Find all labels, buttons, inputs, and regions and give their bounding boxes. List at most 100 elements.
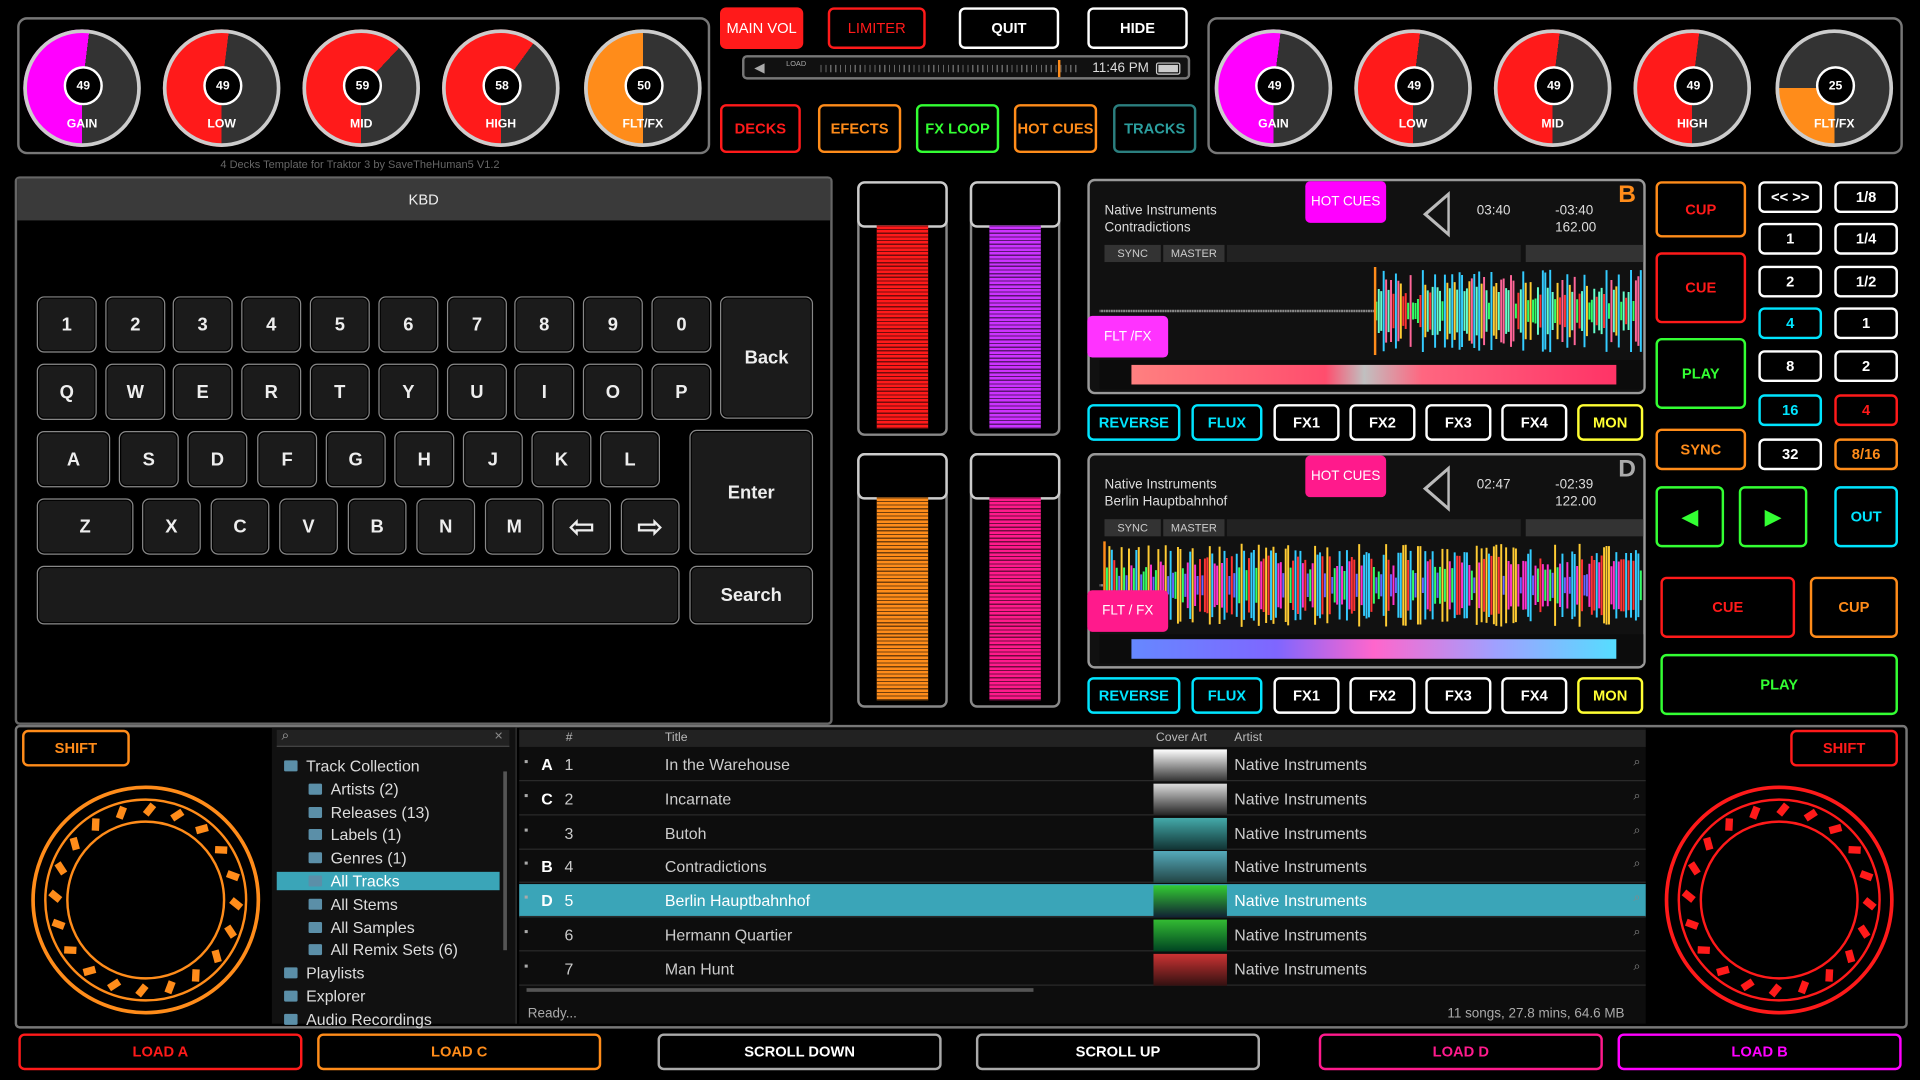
key-search[interactable]: Search (689, 565, 814, 625)
key-n[interactable]: N (416, 498, 476, 555)
tree-item[interactable]: Artists (2) (308, 780, 399, 798)
cue-button-top[interactable]: CUE (1655, 252, 1747, 324)
meter-deck-b-red[interactable] (857, 181, 948, 436)
key-w[interactable]: W (105, 363, 166, 421)
beatjump-2[interactable]: 2 (1834, 350, 1898, 383)
key-1[interactable]: 1 (36, 296, 97, 353)
right-knob-high[interactable]: 49 HIGH (1633, 29, 1752, 147)
table-row[interactable]: ▪ 3 Butoh Native Instruments ⌕ (519, 816, 1646, 850)
deck-b-mon-button[interactable]: MON (1577, 404, 1644, 441)
deck-b-overview[interactable] (1099, 360, 1644, 390)
key-z[interactable]: Z (36, 498, 134, 555)
load-d-button[interactable]: LOAD D (1318, 1033, 1603, 1071)
deck-d-fx1-button[interactable]: FX1 (1273, 677, 1340, 714)
deck-b-flux-button[interactable]: FLUX (1191, 404, 1263, 441)
table-row[interactable]: ▪ B 4 Contradictions Native Instruments ⌕ (519, 850, 1646, 884)
key-g[interactable]: G (325, 431, 386, 488)
deck-d-master[interactable]: MASTER (1163, 519, 1225, 537)
key-c[interactable]: C (210, 498, 270, 555)
main-vol-button[interactable]: MAIN VOL (720, 7, 804, 49)
deck-d-fx4-button[interactable]: FX4 (1501, 677, 1568, 714)
left-knob-mid[interactable]: 59 MID (302, 29, 421, 147)
hot-cues-button[interactable]: HOT CUES (1013, 104, 1098, 154)
key-p[interactable]: P (651, 363, 712, 421)
loop-size-32[interactable]: 32 (1758, 438, 1823, 471)
deck-b-fx4-button[interactable]: FX4 (1501, 404, 1568, 441)
key-enter[interactable]: Enter (689, 429, 814, 555)
load-c-button[interactable]: LOAD C (317, 1033, 602, 1071)
meter-deck-d-orange[interactable] (857, 453, 948, 708)
meter-deck-b-magenta[interactable] (969, 181, 1061, 436)
key-j[interactable]: J (462, 431, 523, 488)
left-knob-low[interactable]: 49 LOW (162, 29, 281, 147)
key-o[interactable]: O (582, 363, 643, 421)
tracks-button[interactable]: TRACKS (1113, 104, 1197, 154)
scroll-up-button[interactable]: SCROLL UP (975, 1033, 1261, 1071)
tree-item[interactable]: All Tracks (276, 871, 500, 891)
key-7[interactable]: 7 (446, 296, 507, 353)
table-row[interactable]: ▪ D 5 Berlin Hauptbahnhof Native Instruments… (519, 884, 1646, 918)
sync-button-top[interactable]: SYNC (1655, 428, 1747, 471)
beatjump-4[interactable]: 4 (1834, 394, 1898, 427)
left-knob-gain[interactable]: 49 GAIN (23, 29, 141, 147)
key-back[interactable]: Back (720, 296, 814, 419)
shift-button-left[interactable]: SHIFT (22, 729, 130, 767)
col-artist[interactable]: Artist (1234, 731, 1262, 744)
next-button[interactable]: ▶ (1738, 486, 1808, 548)
key-s[interactable]: S (118, 431, 179, 488)
deck-d-overview[interactable] (1099, 634, 1644, 664)
key-i[interactable]: I (514, 363, 575, 421)
loop-size-2[interactable]: 2 (1758, 265, 1823, 298)
decks-button[interactable]: DECKS (720, 104, 801, 154)
table-row[interactable]: ▪ C 2 Incarnate Native Instruments ⌕ (519, 782, 1646, 816)
search-icon[interactable]: ⌕ (1633, 756, 1640, 769)
search-icon[interactable]: ⌕ (1633, 892, 1640, 905)
load-b-button[interactable]: LOAD B (1617, 1033, 1902, 1071)
deck-d-mon-button[interactable]: MON (1577, 677, 1644, 714)
tree-item[interactable]: All Remix Sets (6) (308, 941, 458, 959)
key-r[interactable]: R (241, 363, 302, 421)
tree-item[interactable]: Labels (1) (308, 826, 401, 844)
deck-d-fx3-button[interactable]: FX3 (1425, 677, 1492, 714)
jog-wheel-right[interactable] (1663, 784, 1896, 1017)
deck-d-waveform[interactable] (1099, 541, 1644, 630)
tree-item[interactable]: Playlists (284, 964, 365, 982)
tree-item[interactable]: Releases (13) (308, 803, 430, 821)
deck-d-sync[interactable]: SYNC (1104, 519, 1161, 537)
col-title[interactable]: Title (665, 731, 688, 744)
key-h[interactable]: H (394, 431, 455, 488)
tree-item[interactable]: Genres (1) (308, 849, 407, 867)
deck-d-reverse-button[interactable]: REVERSE (1087, 677, 1181, 714)
tree-scrollbar[interactable] (503, 771, 507, 951)
deck-d-flux-button[interactable]: FLUX (1191, 677, 1263, 714)
beatjump-1[interactable]: 1 (1834, 307, 1898, 340)
key-t[interactable]: T (309, 363, 370, 421)
jog-wheel-left[interactable] (29, 784, 262, 1017)
key-5[interactable]: 5 (309, 296, 370, 353)
tree-item[interactable]: Audio Recordings (284, 1010, 432, 1028)
key-q[interactable]: Q (36, 363, 97, 421)
loop-nav-button[interactable]: << >> (1758, 181, 1823, 214)
key-d[interactable]: D (187, 431, 248, 488)
beatjump-1-2[interactable]: 1/2 (1834, 265, 1898, 298)
search-icon[interactable]: ⌕ (1633, 858, 1640, 871)
right-knob-flt-fx[interactable]: 25 FLT/FX (1775, 29, 1894, 147)
key-x[interactable]: X (142, 498, 201, 555)
fx-loop-button[interactable]: FX LOOP (915, 104, 1000, 154)
beatjump-8-16[interactable]: 8/16 (1834, 438, 1898, 471)
deck-b-master[interactable]: MASTER (1163, 244, 1225, 263)
cup-button-bottom[interactable]: CUP (1809, 576, 1898, 638)
left-knob-high[interactable]: 58 HIGH (442, 29, 560, 147)
table-row[interactable]: ▪ 7 Man Hunt Native Instruments ⌕ (519, 952, 1646, 986)
deck-b-waveform[interactable] (1099, 266, 1644, 356)
deck-b-fx1-button[interactable]: FX1 (1273, 404, 1340, 441)
key-m[interactable]: M (484, 498, 544, 555)
play-button-top[interactable]: PLAY (1655, 337, 1747, 409)
key-4[interactable]: 4 (241, 296, 302, 353)
left-knob-flt-fx[interactable]: 50 FLT/FX (584, 29, 702, 147)
quit-button[interactable]: QUIT (958, 7, 1060, 49)
loop-size-4[interactable]: 4 (1758, 307, 1823, 340)
key-8[interactable]: 8 (514, 296, 575, 353)
keyboard-text-input[interactable] (36, 565, 680, 625)
out-button[interactable]: OUT (1834, 486, 1898, 548)
